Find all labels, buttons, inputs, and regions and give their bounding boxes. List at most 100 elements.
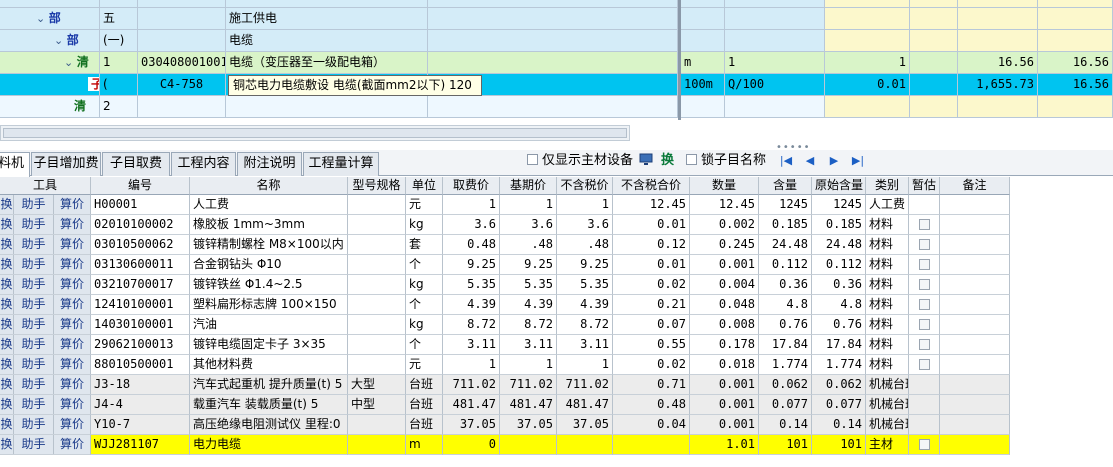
tree-row[interactable]: ⌄ 部 (一) 电缆 [0, 30, 1113, 52]
helper-tool-button[interactable]: 助手 [14, 235, 54, 254]
column-header[interactable]: 暂估 [909, 177, 940, 195]
swap-tool-button[interactable]: 换 [0, 255, 14, 274]
swap-tool-button[interactable]: 换 [0, 295, 14, 314]
swap-tool-button[interactable]: 换 [0, 375, 14, 394]
note-cell[interactable] [940, 235, 1010, 255]
tab-item-surcharge[interactable]: 子目增加费 [31, 152, 101, 176]
calc-price-tool-button[interactable]: 算价 [54, 255, 90, 274]
swap-tool-button[interactable]: 换 [0, 435, 14, 454]
table-row[interactable]: 换助手 算价 29062100013 镀锌电缆固定卡子 3×35 个 3.11 3.11 3.… [0, 335, 1010, 355]
helper-tool-button[interactable]: 助手 [14, 315, 54, 334]
calc-price-tool-button[interactable]: 算价 [54, 355, 90, 374]
tree-row[interactable]: ⌄ 部五施工供电 [0, 8, 1113, 30]
column-header[interactable]: 取费价 [443, 177, 500, 195]
note-cell[interactable] [940, 215, 1010, 235]
column-header[interactable]: 编号 [91, 177, 190, 195]
helper-tool-button[interactable]: 助手 [14, 295, 54, 314]
helper-tool-button[interactable]: 助手 [14, 435, 54, 454]
table-row[interactable]: 换助手 算价 88010500001 其他材料费元 1 1 1 0.02 0.018 1.774 1… [0, 355, 1010, 375]
swap-tool-button[interactable]: 换 [0, 355, 14, 374]
table-row[interactable]: 换助手 算价 02010100002 橡胶板 1mm~3mm kg 3.6 3.6 3.6 0.… [0, 215, 1010, 235]
swap-tool-button[interactable]: 换 [0, 235, 14, 254]
helper-tool-button[interactable]: 助手 [14, 355, 54, 374]
provisional-checkbox[interactable] [918, 299, 930, 310]
column-header[interactable]: 型号规格 [348, 177, 406, 195]
note-cell[interactable] [940, 275, 1010, 295]
provisional-checkbox[interactable] [918, 259, 930, 270]
calc-price-tool-button[interactable]: 算价 [54, 315, 90, 334]
scrollbar-thumb[interactable] [3, 128, 627, 138]
collapse-chevron-icon[interactable]: ⌄ [54, 34, 67, 47]
note-cell[interactable] [940, 295, 1010, 315]
column-header[interactable]: 不含税价 [557, 177, 613, 195]
column-header[interactable]: 基期价 [500, 177, 557, 195]
helper-tool-button[interactable]: 助手 [14, 375, 54, 394]
table-row[interactable]: 换助手 算价 03130600011 合金钢钻头 Φ10 个 9.25 9.25 9.25 0.… [0, 255, 1010, 275]
calc-price-tool-button[interactable]: 算价 [54, 395, 90, 414]
table-row[interactable]: 换助手 算价 Y10-7 高压绝缘电阻测试仪 里程:0 台班 37.05 37.05 37.0… [0, 415, 1010, 435]
column-header[interactable]: 不含税合价 [613, 177, 690, 195]
swap-tool-button[interactable]: 换 [0, 415, 14, 434]
horizontal-scrollbar[interactable] [0, 125, 630, 141]
tab-notes[interactable]: 附注说明 [237, 152, 302, 176]
table-row[interactable]: 换助手 算价 12410100001 塑料扁形标志牌 100×150 个 4.39 4.39… [0, 295, 1010, 315]
tree-row[interactable]: 子(C4-758 100mQ/1000.01 1,655.7316.56 [0, 74, 1113, 96]
column-header[interactable]: 数量 [690, 177, 759, 195]
note-cell[interactable] [940, 435, 1010, 455]
lock-name-checkbox[interactable] [686, 154, 697, 165]
collapse-chevron-icon[interactable]: ⌄ [64, 56, 77, 69]
table-row[interactable]: 换助手 算价 03210700017 镀锌铁丝 Φ1.4~2.5 kg 5.35 5.35 5… [0, 275, 1010, 295]
tree-row[interactable]: 清2 [0, 96, 1113, 118]
column-header[interactable]: 类别 [866, 177, 909, 195]
first-record-icon[interactable]: |◀ [778, 154, 794, 168]
next-record-icon[interactable]: ▶ [826, 154, 842, 168]
table-row[interactable]: 换助手 算价 WJJ281107 电力电缆 m 0 1.01 101 101 主材 [0, 435, 1010, 455]
prev-record-icon[interactable]: ◀ [802, 154, 818, 168]
calc-price-tool-button[interactable]: 算价 [54, 295, 90, 314]
swap-tool-button[interactable]: 换 [0, 195, 14, 214]
provisional-checkbox[interactable] [918, 279, 930, 290]
provisional-checkbox[interactable] [918, 239, 930, 250]
note-cell[interactable] [940, 355, 1010, 375]
swap-tool-button[interactable]: 换 [0, 335, 14, 354]
calc-price-tool-button[interactable]: 算价 [54, 335, 90, 354]
note-cell[interactable] [940, 375, 1010, 395]
tab-quantity-calc[interactable]: 工程量计算 [303, 152, 379, 176]
tree-row[interactable]: ⌄ 清 1 030408001001 电缆（变压器至一级配电箱） m 1 1 16.56 16.… [0, 52, 1113, 74]
vertical-splitter[interactable] [678, 0, 681, 120]
provisional-checkbox[interactable] [918, 319, 930, 330]
swap-button[interactable]: 换 [661, 152, 674, 170]
note-cell[interactable] [940, 335, 1010, 355]
calc-price-tool-button[interactable]: 算价 [54, 435, 90, 454]
provisional-checkbox[interactable] [918, 219, 930, 230]
calc-price-tool-button[interactable]: 算价 [54, 415, 90, 434]
monitor-icon[interactable] [639, 152, 653, 170]
note-cell[interactable] [940, 255, 1010, 275]
calc-price-tool-button[interactable]: 算价 [54, 195, 90, 214]
table-row[interactable]: 换助手 算价 03010500062 镀锌精制螺栓 M8×100以内 2 套 0.48.4… [0, 235, 1010, 255]
tab-item-fees[interactable]: 子目取费 [102, 152, 170, 176]
helper-tool-button[interactable]: 助手 [14, 395, 54, 414]
collapse-chevron-icon[interactable]: ⌄ [36, 12, 49, 25]
calc-price-tool-button[interactable]: 算价 [54, 275, 90, 294]
table-row[interactable]: 换助手 算价 14030100001 汽油 kg 8.72 8.72 8.72 0.07 0.00… [0, 315, 1010, 335]
lock-name-toggle[interactable]: 锁子目名称 [686, 152, 766, 170]
swap-tool-button[interactable]: 换 [0, 215, 14, 234]
note-cell[interactable] [940, 395, 1010, 415]
helper-tool-button[interactable]: 助手 [14, 255, 54, 274]
column-header[interactable]: 备注 [940, 177, 1010, 195]
column-header[interactable]: 单位 [406, 177, 443, 195]
table-row[interactable]: 换助手 算价 H00001 人工费元 1 1 1 12.45 12.45 1245 1245 人工费 [0, 195, 1010, 215]
provisional-checkbox[interactable] [918, 439, 930, 450]
provisional-checkbox[interactable] [918, 339, 930, 350]
calc-price-tool-button[interactable]: 算价 [54, 215, 90, 234]
provisional-checkbox[interactable] [918, 359, 930, 370]
swap-tool-button[interactable]: 换 [0, 395, 14, 414]
swap-tool-button[interactable]: 换 [0, 275, 14, 294]
calc-price-tool-button[interactable]: 算价 [54, 375, 90, 394]
calc-price-tool-button[interactable]: 算价 [54, 235, 90, 254]
helper-tool-button[interactable]: 助手 [14, 195, 54, 214]
last-record-icon[interactable]: ▶| [850, 154, 866, 168]
helper-tool-button[interactable]: 助手 [14, 415, 54, 434]
tab-materials[interactable]: 料机 [0, 152, 30, 177]
